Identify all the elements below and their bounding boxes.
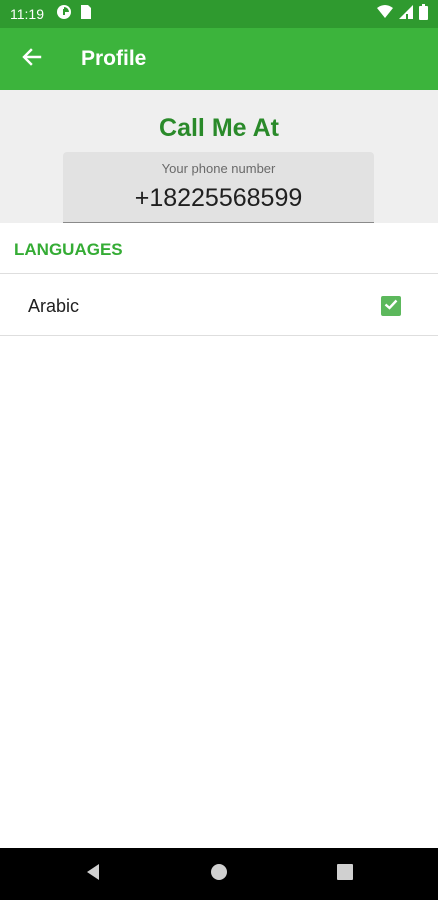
status-time: 11:19: [10, 6, 44, 22]
data-saver-icon: [56, 4, 72, 25]
app-bar: Profile: [0, 28, 438, 90]
divider: [0, 335, 438, 336]
sim-card-icon: [80, 4, 92, 25]
nav-home-button[interactable]: [206, 861, 232, 887]
arrow-back-icon: [22, 47, 42, 72]
phone-number-value[interactable]: +18225568599: [63, 182, 374, 214]
home-circle-icon: [210, 863, 228, 886]
contact-panel: Call Me At Your phone number +1822556859…: [0, 90, 438, 223]
phone-number-field[interactable]: Your phone number +18225568599: [63, 152, 374, 223]
language-checkbox[interactable]: [381, 296, 401, 316]
checkmark-icon: [383, 296, 399, 317]
nav-recents-button[interactable]: [332, 861, 358, 887]
status-right-icons: [377, 3, 428, 25]
back-button[interactable]: [10, 37, 54, 81]
page-title: Profile: [81, 47, 147, 70]
system-nav-bar: [0, 848, 438, 900]
languages-section-header: LANGUAGES: [14, 240, 123, 259]
language-item-arabic[interactable]: Arabic: [0, 275, 438, 335]
call-me-title: Call Me At: [159, 114, 279, 142]
status-left-icons: [56, 4, 92, 25]
phone-number-label: Your phone number: [161, 161, 276, 176]
wifi-icon: [377, 4, 393, 24]
cellular-signal-icon: [399, 4, 413, 24]
language-label: Arabic: [28, 296, 80, 316]
battery-icon: [419, 3, 428, 25]
status-bar: 11:19: [0, 0, 438, 28]
nav-back-button[interactable]: [80, 861, 106, 887]
divider: [0, 273, 438, 274]
back-triangle-icon: [84, 863, 102, 886]
recents-square-icon: [336, 863, 354, 886]
